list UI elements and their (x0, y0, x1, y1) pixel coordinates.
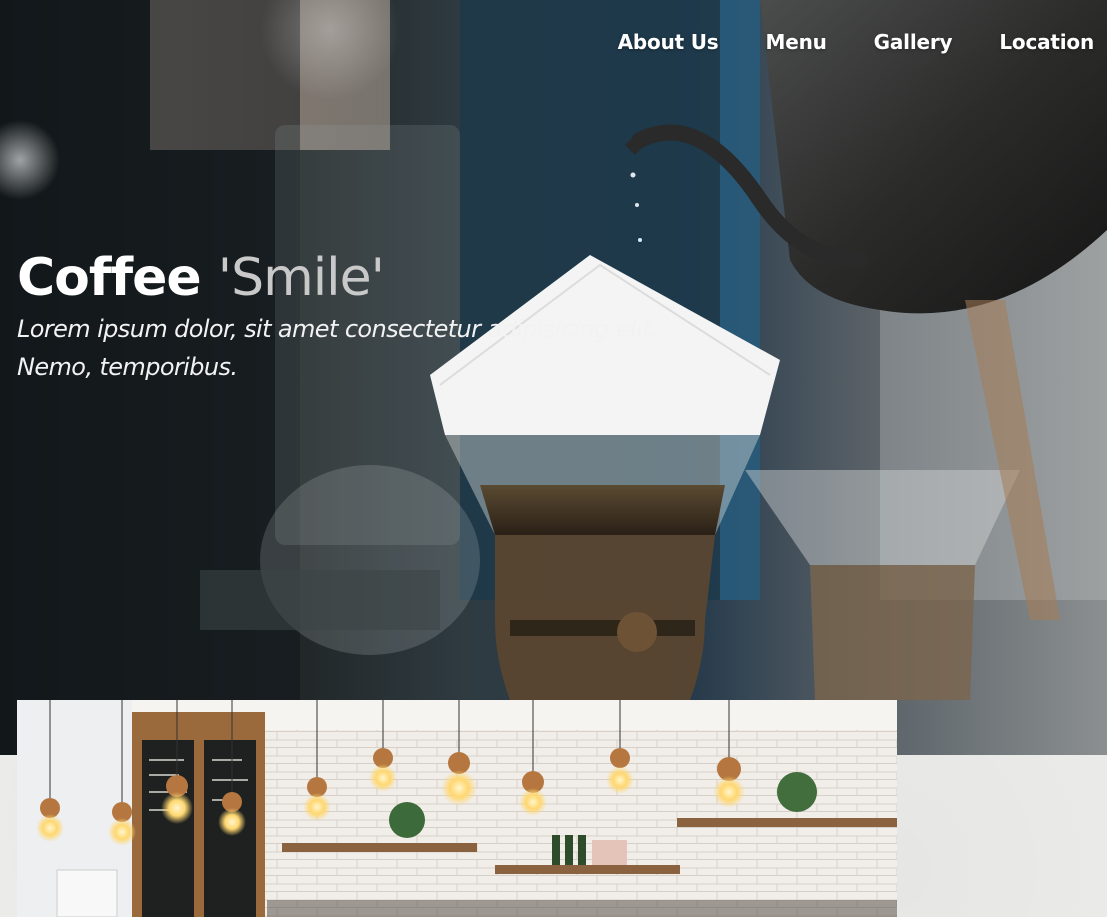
main-nav: About Us Menu Gallery Location (571, 30, 1095, 54)
hero-section: About Us Menu Gallery Location Coffee 'S… (0, 0, 1107, 755)
nav-gallery-link[interactable]: Gallery (874, 30, 953, 54)
hero-tagline: Lorem ipsum dolor, sit amet consectetur … (17, 310, 659, 386)
hero-text-block: Coffee 'Smile' Lorem ipsum dolor, sit am… (17, 246, 659, 386)
hero-title-strong: Coffee (17, 248, 202, 308)
hero-tagline-line1: Lorem ipsum dolor, sit amet consectetur … (17, 315, 659, 343)
nav-location-link[interactable]: Location (999, 30, 1094, 54)
hero-tagline-line2: Nemo, temporibus. (17, 353, 238, 381)
nav-menu-link[interactable]: Menu (766, 30, 827, 54)
hero-title: Coffee 'Smile' (17, 246, 658, 310)
cafe-interior-image (17, 700, 897, 917)
nav-about-us-link[interactable]: About Us (618, 30, 719, 54)
hero-title-light: 'Smile' (217, 248, 385, 308)
